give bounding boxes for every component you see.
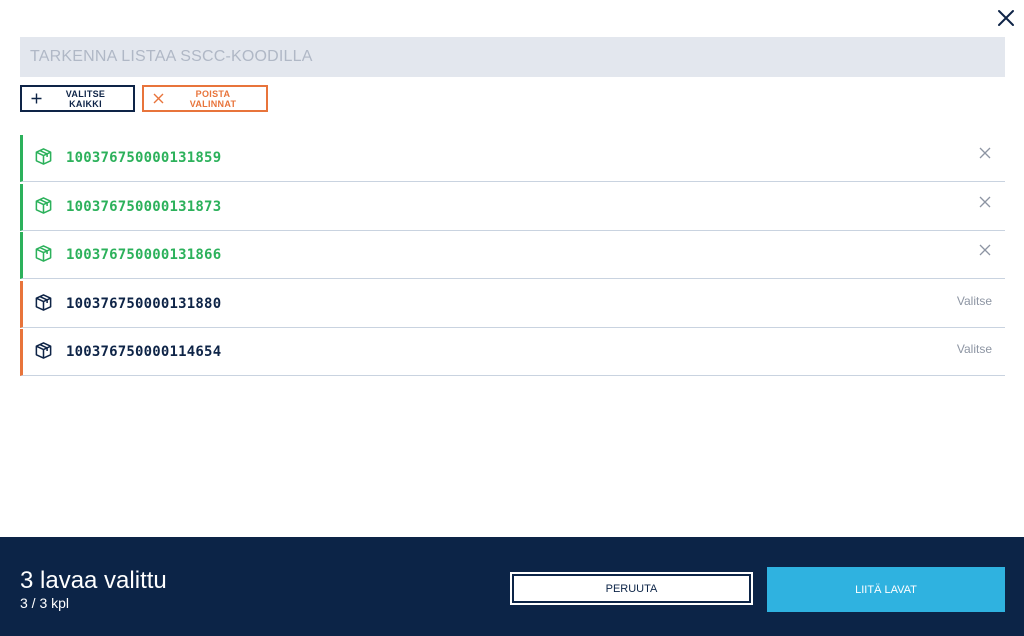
pallet-row[interactable]: 100376750000131859 [20, 135, 1005, 182]
package-icon [35, 293, 52, 311]
package-icon [35, 196, 52, 214]
package-icon [35, 245, 52, 262]
attach-pallets-button[interactable]: LIITÄ LAVAT [767, 567, 1005, 612]
sscc-code: 100376750000131873 [66, 198, 222, 215]
selected-summary-title: 3 lavaa valittu [20, 567, 167, 594]
select-link[interactable]: Valitse [957, 294, 992, 308]
bulk-actions: VALITSE KAIKKI POISTA VALINNAT [20, 85, 268, 112]
sscc-filter-input[interactable] [20, 37, 1005, 77]
pallet-list: 100376750000131859 100376750000131873 10… [20, 135, 1005, 378]
select-all-button[interactable]: VALITSE KAIKKI [20, 85, 135, 112]
pallet-row[interactable]: 100376750000131866 [20, 232, 1005, 279]
plus-icon [31, 93, 42, 104]
package-icon [35, 342, 52, 359]
clear-selections-label: POISTA VALINNAT [189, 88, 237, 109]
pallet-row[interactable]: 100376750000131873 [20, 183, 1005, 231]
select-link[interactable]: Valitse [957, 342, 992, 356]
selection-footer: 3 lavaa valittu 3 / 3 kpl PERUUTA LIITÄ … [0, 537, 1024, 636]
remove-icon[interactable] [979, 147, 991, 159]
x-icon [153, 93, 164, 104]
clear-selections-button[interactable]: POISTA VALINNAT [142, 85, 268, 112]
cancel-button[interactable]: PERUUTA [510, 572, 753, 605]
close-icon[interactable] [996, 8, 1016, 28]
pallet-row[interactable]: 100376750000114654 Valitse [20, 329, 1005, 376]
selected-summary-count: 3 / 3 kpl [20, 595, 70, 611]
pallet-row[interactable]: 100376750000131880 Valitse [20, 280, 1005, 328]
remove-icon[interactable] [979, 196, 991, 208]
pallet-selection-dialog: VALITSE KAIKKI POISTA VALINNAT 100376750… [0, 0, 1024, 636]
sscc-code: 100376750000131866 [66, 247, 222, 263]
remove-icon[interactable] [979, 244, 991, 256]
sscc-code: 100376750000131859 [66, 150, 222, 166]
package-icon [35, 148, 52, 165]
sscc-code: 100376750000114654 [66, 344, 222, 360]
select-all-label: VALITSE KAIKKI [65, 88, 106, 109]
sscc-code: 100376750000131880 [66, 295, 222, 312]
